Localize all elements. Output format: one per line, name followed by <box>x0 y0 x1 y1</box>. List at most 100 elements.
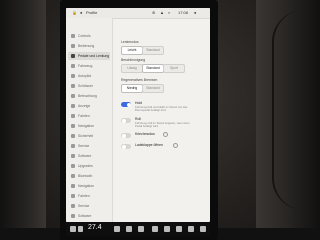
sidebar-item[interactable]: Fahrten <box>68 192 110 200</box>
sidebar-item[interactable]: Anzeige <box>68 102 110 110</box>
sidebar-item-label: Service <box>78 204 90 208</box>
nav-icon <box>71 184 75 188</box>
sidebar-item[interactable]: Autopilot <box>68 72 110 80</box>
sidebar-item[interactable]: Fahrzeug <box>68 62 110 70</box>
sidebar-item[interactable]: Sicherheit <box>68 132 110 140</box>
toggle-knob <box>121 144 126 149</box>
settings-content: Lenkmodus Leicht Standard Beschleunigung… <box>113 18 210 222</box>
sidebar-item[interactable]: Software <box>68 152 110 160</box>
sidebar-item-label: Bluetooth <box>78 174 93 178</box>
sidebar-item[interactable]: Pedale und Lenkung <box>68 52 110 60</box>
hold-toggle[interactable] <box>121 102 131 107</box>
trip-icon <box>71 194 75 198</box>
lock-icon[interactable]: 🔒 <box>72 10 77 16</box>
wifi-icon: ≈ <box>168 10 171 15</box>
section-title-steering: Lenkmodus <box>121 40 139 44</box>
toggle-knob <box>121 118 126 123</box>
acceleration-sport[interactable]: Sport <box>163 64 185 73</box>
regen-low[interactable]: Niedrig <box>121 84 143 93</box>
creep-toggle[interactable] <box>121 133 131 138</box>
section-title-acceleration: Beschleunigung <box>121 58 146 62</box>
fan-icon[interactable] <box>138 226 144 232</box>
sidebar-item-label: Controls <box>78 34 91 38</box>
sidebar-item-label: Schlösser <box>78 84 93 88</box>
defrost-icon[interactable] <box>176 226 182 232</box>
wheel-icon <box>71 74 75 78</box>
sidebar-item-label: Fahrzeug <box>78 64 93 68</box>
acceleration-chill[interactable]: Lässig <box>121 64 143 73</box>
clock: 17:08 <box>178 10 189 15</box>
sidebar-item[interactable]: Fahrten <box>68 112 110 120</box>
sidebar-item[interactable]: Schlösser <box>68 82 110 90</box>
sidebar-item-label: Software <box>78 214 92 218</box>
regen-standard[interactable]: Standard <box>142 84 164 93</box>
phone-icon[interactable] <box>164 226 170 232</box>
volume-icon[interactable] <box>188 226 194 232</box>
lock-icon <box>71 84 75 88</box>
nav-icon <box>71 124 75 128</box>
roll-description: Fahrzeug rollt im Stand langsam, wenn ke… <box>135 121 190 129</box>
toggle-knob <box>126 102 131 107</box>
apps-icon[interactable] <box>200 226 206 232</box>
steering-mode-light[interactable]: Leicht <box>121 46 143 55</box>
sidebar-item-label: Bedienung <box>78 44 95 48</box>
sidebar-item-label: Navigation <box>78 124 95 128</box>
car-icon <box>71 64 75 68</box>
download-icon <box>71 154 75 158</box>
charge-port-label: Ladeklappe öffnen <box>135 143 163 147</box>
chevron-left-icon[interactable] <box>78 226 83 232</box>
section-title-regen: Regeneratives Bremsen <box>121 78 158 82</box>
car-icon[interactable] <box>70 226 76 232</box>
info-icon[interactable] <box>173 143 178 148</box>
hold-description: Fahrzeug hält und bleibt im Stand, bis d… <box>135 105 188 113</box>
sidebar-item[interactable]: Navigation <box>68 122 110 130</box>
sidebar-item-label: Software <box>78 154 92 158</box>
sidebar-item[interactable]: Upgrades <box>68 162 110 170</box>
sidebar-item[interactable]: Bluetooth <box>68 172 110 180</box>
cabin-temperature[interactable]: 27.4 <box>88 224 102 231</box>
roll-toggle[interactable] <box>121 118 131 123</box>
display-icon <box>71 104 75 108</box>
seat-heater-icon[interactable] <box>126 226 132 232</box>
sidebar-item-label: Fahrten <box>78 194 90 198</box>
bulb-icon <box>71 94 75 98</box>
wrench-icon <box>71 144 75 148</box>
sidebar-item-label: Fahrten <box>78 114 90 118</box>
toggle-icon <box>71 34 75 38</box>
sidebar-item-label: Pedale und Lenkung <box>78 54 110 58</box>
bag-icon <box>71 164 75 168</box>
sidebar-item[interactable]: Service <box>68 142 110 150</box>
sidebar-item[interactable]: Service <box>68 202 110 210</box>
bottom-dock: 27.4 <box>66 222 210 236</box>
download-icon <box>71 214 75 218</box>
steering-mode-standard[interactable]: Standard <box>142 46 164 55</box>
car-icon <box>71 44 75 48</box>
shield-icon <box>71 134 75 138</box>
temperature-icon: ● <box>194 10 197 15</box>
creep-label: Kriechmodus <box>135 132 155 136</box>
toggle-knob <box>121 133 126 138</box>
settings-sidebar: Controls Bedienung Pedale und Lenkung Fahrz… <box>66 18 113 222</box>
acceleration-standard[interactable]: Standard <box>142 64 164 73</box>
sidebar-item-label: Service <box>78 144 90 148</box>
sidebar-item[interactable]: Software <box>68 212 110 220</box>
chevron-right-icon[interactable] <box>114 226 120 232</box>
charge-port-toggle[interactable] <box>121 144 131 149</box>
sidebar-item[interactable]: Controls <box>68 32 110 40</box>
sidebar-item-label: Anzeige <box>78 104 91 108</box>
sidebar-item[interactable]: Beleuchtung <box>68 92 110 100</box>
sidebar-item-label: Navigation <box>78 184 95 188</box>
profile-name[interactable]: Profile <box>86 10 97 16</box>
wrench-icon <box>71 204 75 208</box>
trip-icon <box>71 114 75 118</box>
info-icon[interactable] <box>163 132 168 137</box>
sidebar-item-label: Autopilot <box>78 74 92 78</box>
person-icon[interactable]: ● <box>80 10 82 16</box>
steering-icon <box>71 54 75 58</box>
dashboard-trim <box>272 10 304 210</box>
sidebar-item-label: Beleuchtung <box>78 94 97 98</box>
dashboard-left <box>0 0 46 240</box>
music-icon[interactable] <box>152 226 158 232</box>
sidebar-item[interactable]: Bedienung <box>68 42 110 50</box>
sidebar-item[interactable]: Navigation <box>68 182 110 190</box>
